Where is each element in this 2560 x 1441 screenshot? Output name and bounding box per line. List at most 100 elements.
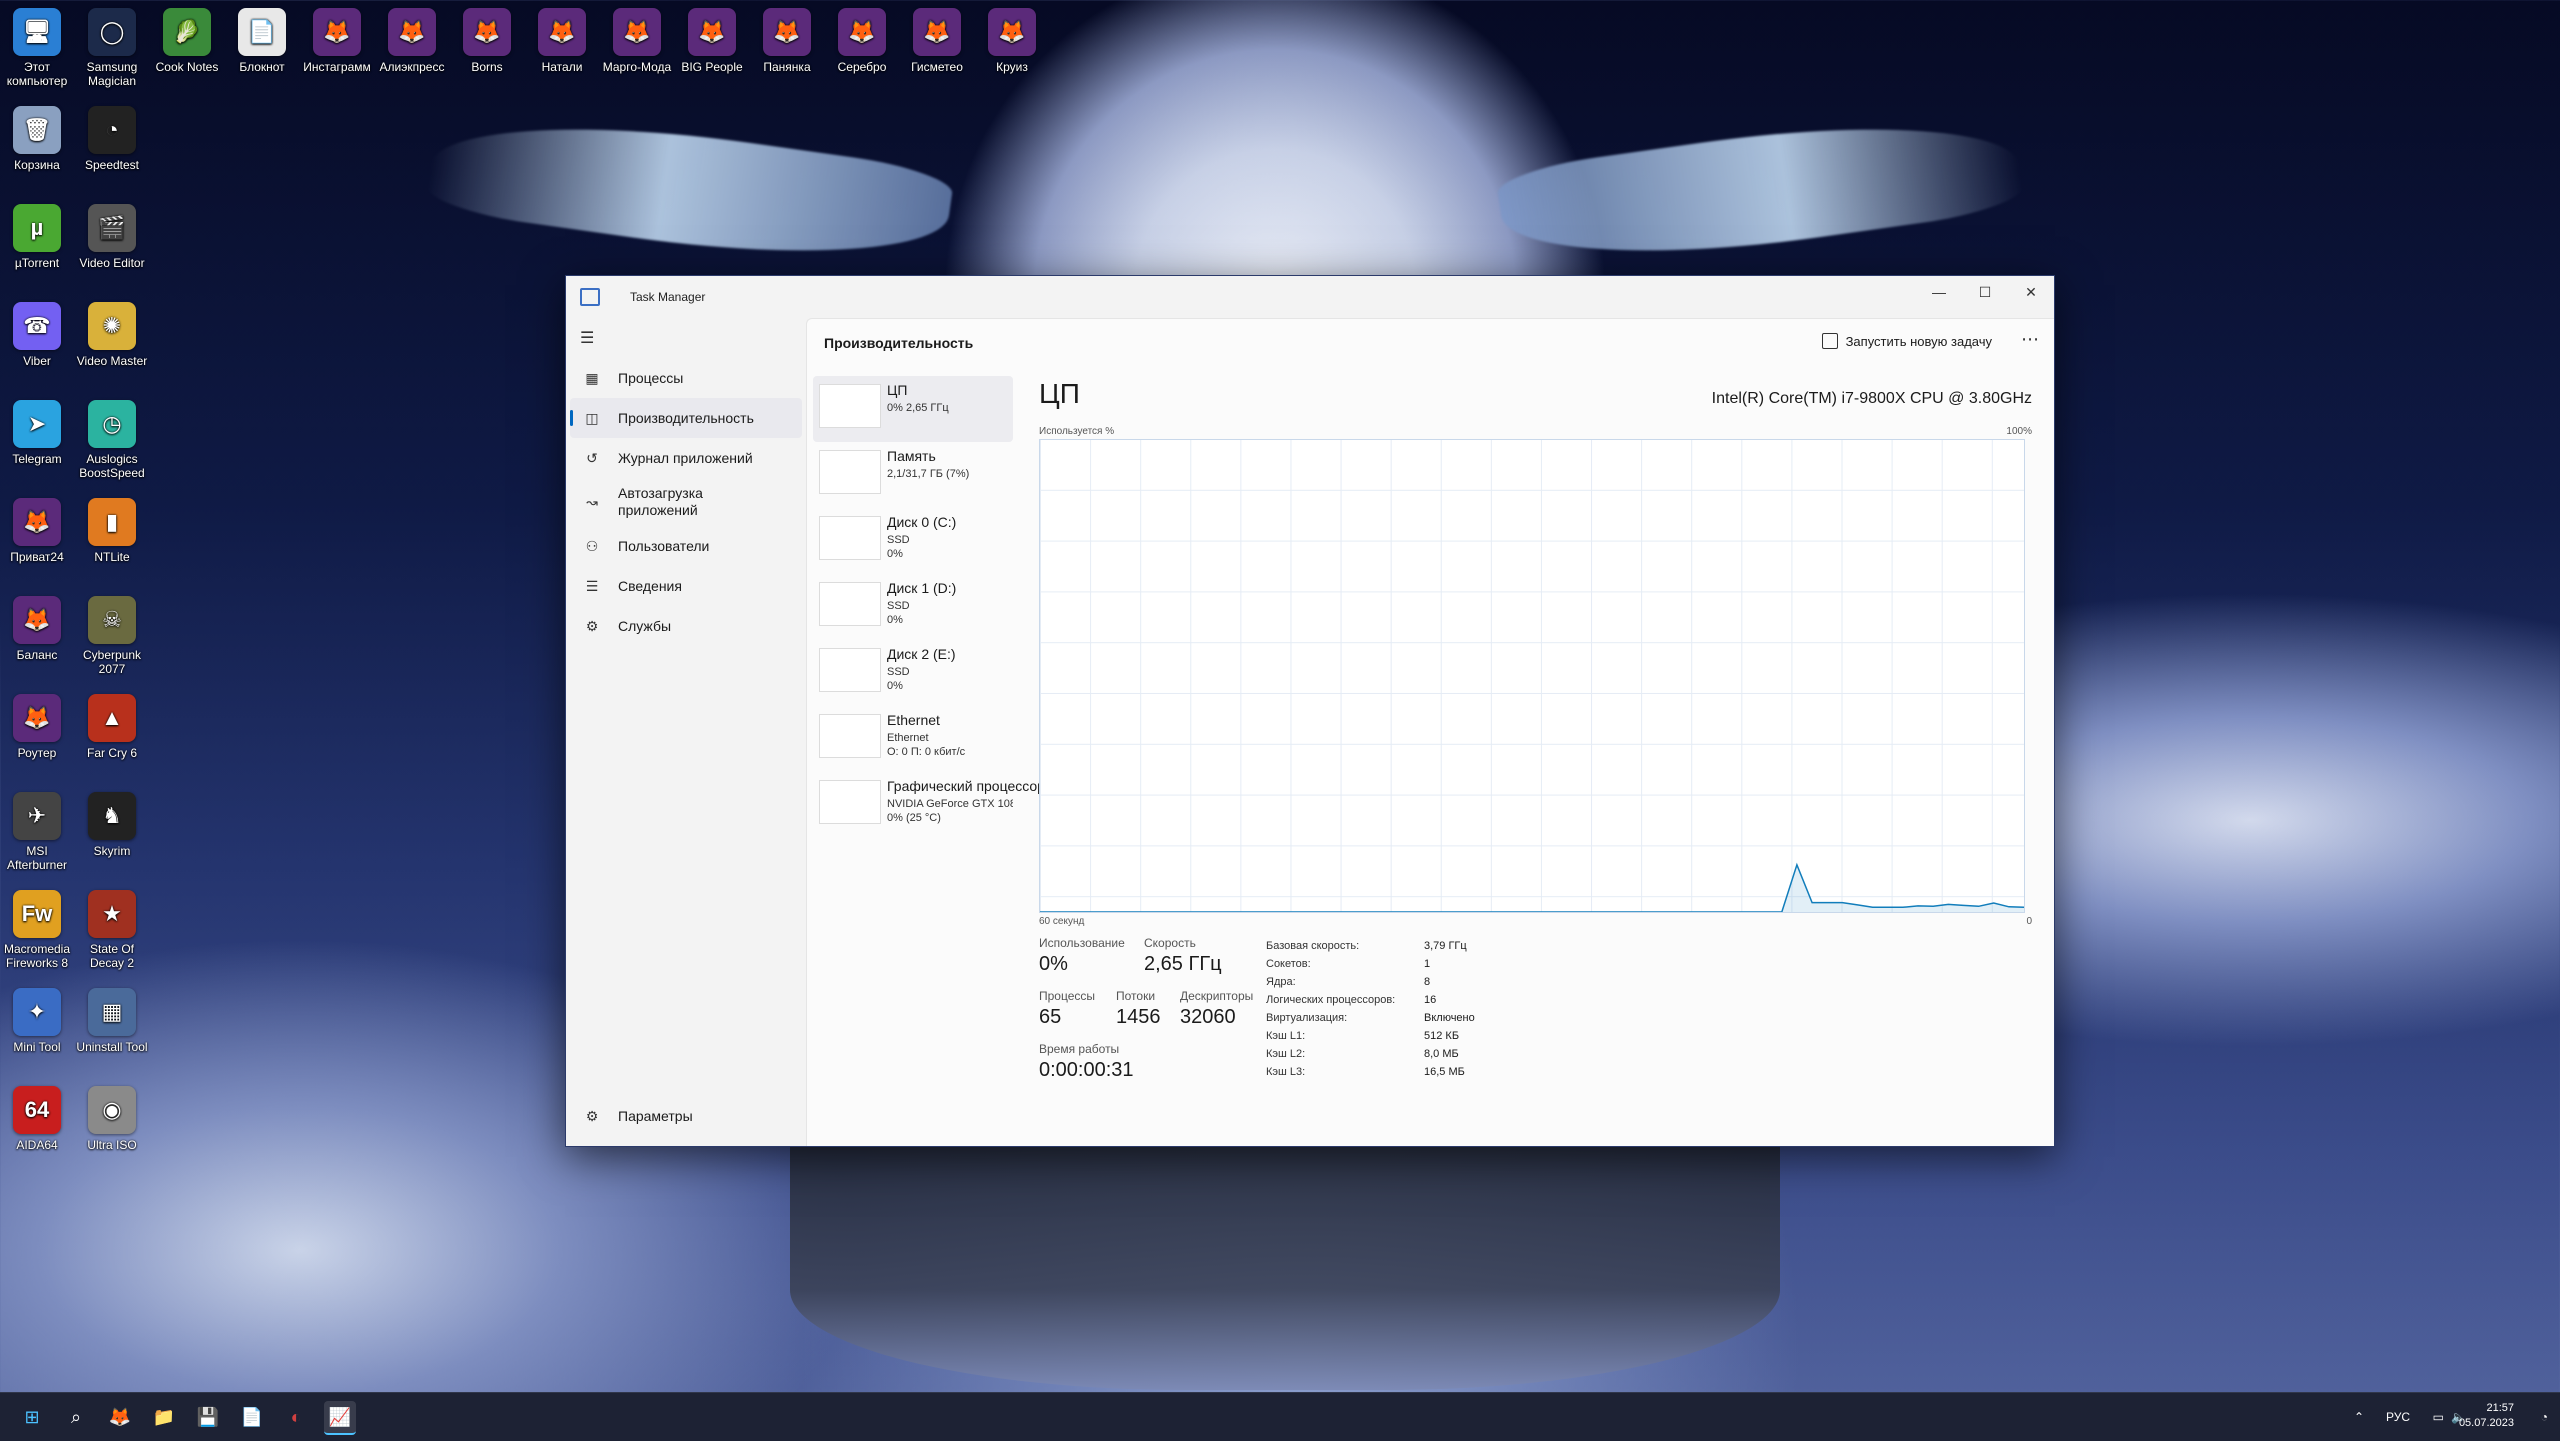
desktop-icon[interactable]: 🦊 Круиз xyxy=(974,8,1050,74)
app-icon: 🦊 xyxy=(13,498,61,546)
more-options-button[interactable]: ⋯ xyxy=(2021,329,2040,350)
desktop-icon-label: AIDA64 xyxy=(16,1138,58,1152)
desktop-icon[interactable]: ▦ Uninstall Tool xyxy=(74,988,150,1054)
notification-icon[interactable]: ◔ xyxy=(2541,1393,2548,1441)
device-item[interactable]: ЦП 0% 2,65 ГГц xyxy=(813,376,1013,442)
sidebar-item[interactable]: ⚇ Пользователи xyxy=(570,526,802,566)
app-icon: ◯ xyxy=(88,8,136,56)
desktop-icon[interactable]: ◯ Samsung Magician xyxy=(74,8,150,88)
desktop-icon[interactable]: 🦊 BIG People xyxy=(674,8,750,74)
desktop-icon[interactable]: ◔ Speedtest xyxy=(74,106,150,172)
maximize-button[interactable]: ☐ xyxy=(1962,276,2008,308)
stat-label: Процессы xyxy=(1039,989,1096,1003)
app-icon: ✺ xyxy=(88,302,136,350)
desktop-icon[interactable]: 🖥 Этот компьютер xyxy=(0,8,75,88)
desktop-icon[interactable]: ♞ Skyrim xyxy=(74,792,150,858)
desktop-icon[interactable]: 📄 Блокнот xyxy=(224,8,300,74)
taskbar-save-icon[interactable]: 💾 xyxy=(192,1401,224,1433)
desktop-icon[interactable]: 🦊 Алиэкпресс xyxy=(374,8,450,74)
app-icon: ▲ xyxy=(88,694,136,742)
desktop-icon[interactable]: ➤ Telegram xyxy=(0,400,75,466)
network-icon[interactable]: ▭ xyxy=(2433,1393,2444,1441)
device-thumbnail xyxy=(819,384,881,428)
device-thumbnail xyxy=(819,648,881,692)
clock[interactable]: 21:57 05.07.2023 xyxy=(2459,1401,2514,1431)
desktop-icon-label: MSI Afterburner xyxy=(6,844,68,872)
taskbar-explorer-icon[interactable]: 📁 xyxy=(148,1401,180,1433)
run-new-task-button[interactable]: Запустить новую задачу xyxy=(1821,333,1992,349)
sidebar-item[interactable]: ◫ Производительность xyxy=(570,398,802,438)
desktop-icon[interactable]: 🦊 Borns xyxy=(449,8,525,74)
sidebar-item-settings[interactable]: ⚙ Параметры xyxy=(570,1096,802,1136)
sidebar-item[interactable]: ▦ Процессы xyxy=(570,358,802,398)
desktop-icon[interactable]: 🗑 Корзина xyxy=(0,106,75,172)
desktop-icon[interactable]: 64 AIDA64 xyxy=(0,1086,75,1152)
sidebar-item[interactable]: ☰ Сведения xyxy=(570,566,802,606)
desktop-icon-label: Баланс xyxy=(16,648,58,662)
desktop-icon[interactable]: 🎬 Video Editor xyxy=(74,204,150,270)
desktop-icon[interactable]: ◉ Ultra ISO xyxy=(74,1086,150,1152)
language-label: РУС xyxy=(2385,1410,2410,1424)
desktop-icon[interactable]: ✺ Video Master xyxy=(74,302,150,368)
desktop-icon[interactable]: ☎ Viber xyxy=(0,302,75,368)
spec-key: Виртуализация: xyxy=(1266,1012,1348,1024)
desktop-icon[interactable]: ▮ NTLite xyxy=(74,498,150,564)
device-item[interactable]: Диск 0 (C:) SSD 0% xyxy=(813,508,1013,574)
close-button[interactable]: ✕ xyxy=(2008,276,2054,308)
tray-overflow-button[interactable]: ⌃ xyxy=(2354,1393,2364,1441)
device-thumbnail xyxy=(819,450,881,494)
hamburger-menu-icon[interactable]: ☰ xyxy=(580,328,594,348)
sidebar-item[interactable]: ↺ Журнал приложений xyxy=(570,438,802,478)
spec-row: Кэш L3: 16,5 МБ xyxy=(1266,1066,1526,1084)
taskbar-firefox-icon[interactable]: 🦊 xyxy=(104,1401,136,1433)
sidebar-item-label: Автозагрузка приложений xyxy=(618,485,703,518)
desktop-icon[interactable]: 🦊 Гисметео xyxy=(899,8,975,74)
taskbar-app-icon[interactable]: ◐ xyxy=(280,1401,312,1433)
device-item[interactable]: Диск 1 (D:) SSD 0% xyxy=(813,574,1013,640)
desktop-icon[interactable]: 🦊 Баланс xyxy=(0,596,75,662)
cpu-detail-panel: ЦП Intel(R) Core(TM) i7-9800X CPU @ 3.80… xyxy=(1039,376,2032,1136)
taskbar-search-icon[interactable]: ⌕ xyxy=(60,1401,92,1433)
device-detail: 0% xyxy=(887,680,903,692)
desktop-icon[interactable]: ◷ Auslogics BoostSpeed xyxy=(74,400,150,480)
desktop-icon[interactable]: 🦊 Натали xyxy=(524,8,600,74)
app-icon: Fw xyxy=(13,890,61,938)
spec-value: 3,79 ГГц xyxy=(1424,940,1467,952)
desktop-icon[interactable]: 🦊 Инстаграмм xyxy=(299,8,375,74)
desktop-icon[interactable]: µ µTorrent xyxy=(0,204,75,270)
device-item[interactable]: Ethernet Ethernet О: 0 П: 0 кбит/с xyxy=(813,706,1013,772)
desktop-icon-label: Uninstall Tool xyxy=(76,1040,148,1054)
stat-speed: Скорость 2,65 ГГц xyxy=(1144,936,1222,976)
desktop-icon[interactable]: 🦊 Марго-Мода xyxy=(599,8,675,74)
taskbar-notepad-icon[interactable]: 📄 xyxy=(236,1401,268,1433)
desktop-icon[interactable]: 🦊 Приват24 xyxy=(0,498,75,564)
desktop-icon-label: Speedtest xyxy=(84,158,140,172)
desktop-icon[interactable]: 🦊 Роутер xyxy=(0,694,75,760)
desktop-icon[interactable]: ▲ Far Cry 6 xyxy=(74,694,150,760)
desktop-icon-label: Панянка xyxy=(763,60,811,74)
desktop-icon[interactable]: ☠ Cyberpunk 2077 xyxy=(74,596,150,676)
desktop-icon[interactable]: 🦊 Серебро xyxy=(824,8,900,74)
desktop-icon-label: BIG People xyxy=(681,60,743,74)
desktop-icon[interactable]: ★ State Of Decay 2 xyxy=(74,890,150,970)
desktop-icon[interactable]: 🦊 Панянка xyxy=(749,8,825,74)
sidebar-item[interactable]: ⚙ Службы xyxy=(570,606,802,646)
device-item[interactable]: Диск 2 (E:) SSD 0% xyxy=(813,640,1013,706)
device-item[interactable]: Графический процессор 0 NVIDIA GeForce GT… xyxy=(813,772,1057,838)
sidebar-item[interactable]: ↝ Автозагрузка приложений xyxy=(570,478,802,526)
title-bar[interactable]: Task Manager — ☐ ✕ xyxy=(566,276,2054,318)
minimize-button[interactable]: — xyxy=(1916,276,1962,308)
taskbar-taskmanager-icon[interactable]: 📈 xyxy=(324,1401,356,1435)
desktop-icon[interactable]: 🥬 Cook Notes xyxy=(149,8,225,74)
taskbar-start-icon[interactable]: ⊞ xyxy=(16,1401,48,1433)
spec-value: 1 xyxy=(1424,958,1431,970)
language-indicator[interactable]: РУС xyxy=(2386,1393,2410,1441)
desktop-icon[interactable]: ✦ Mini Tool xyxy=(0,988,75,1054)
device-item[interactable]: Память 2,1/31,7 ГБ (7%) xyxy=(813,442,1013,508)
spec-row: Логических процессоров: 16 xyxy=(1266,994,1526,1012)
wallpaper-wing-right xyxy=(1494,99,2026,281)
app-icon: ▦ xyxy=(88,988,136,1036)
nav-icon: ⚇ xyxy=(585,537,599,554)
desktop-icon[interactable]: ✈ MSI Afterburner xyxy=(0,792,75,872)
desktop-icon[interactable]: Fw Macromedia Fireworks 8 xyxy=(0,890,75,970)
